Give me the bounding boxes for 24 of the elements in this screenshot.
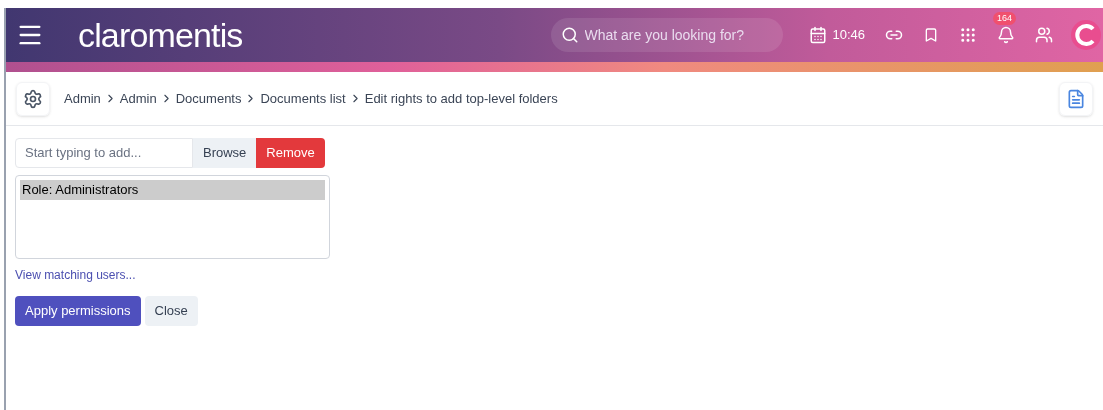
- browse-button[interactable]: Browse: [193, 138, 257, 168]
- people-icon[interactable]: [1035, 26, 1054, 44]
- apply-button[interactable]: Apply permissions: [15, 296, 141, 326]
- assigned-list[interactable]: Role: Administrators: [15, 175, 330, 259]
- list-item[interactable]: Role: Administrators: [20, 180, 325, 200]
- matching-users-link[interactable]: View matching users...: [15, 266, 1103, 284]
- notifications-icon[interactable]: [997, 26, 1016, 44]
- add-field[interactable]: Start typing to add...: [15, 138, 193, 168]
- avatar-icon[interactable]: [1071, 20, 1102, 50]
- logo[interactable]: claromentis: [78, 18, 243, 52]
- remove-button[interactable]: Remove: [256, 138, 325, 168]
- search-icon: [560, 26, 579, 44]
- breadcrumb-item[interactable]: Documents: [175, 88, 242, 109]
- notification-badge: 164: [993, 12, 1017, 25]
- breadcrumb-item[interactable]: Documents list: [260, 88, 346, 109]
- close-button[interactable]: Close: [144, 296, 198, 326]
- clock-time: 10:46: [832, 26, 866, 45]
- breadcrumb-item[interactable]: Admin: [119, 88, 157, 109]
- breadcrumb-item: Edit rights to add top-level folders: [364, 89, 558, 108]
- document-icon[interactable]: [1059, 81, 1093, 116]
- breadcrumb-item[interactable]: Admin: [64, 88, 101, 109]
- apps-grid-icon[interactable]: [959, 26, 978, 44]
- calendar-icon[interactable]: [808, 26, 827, 44]
- settings-icon[interactable]: [16, 81, 50, 116]
